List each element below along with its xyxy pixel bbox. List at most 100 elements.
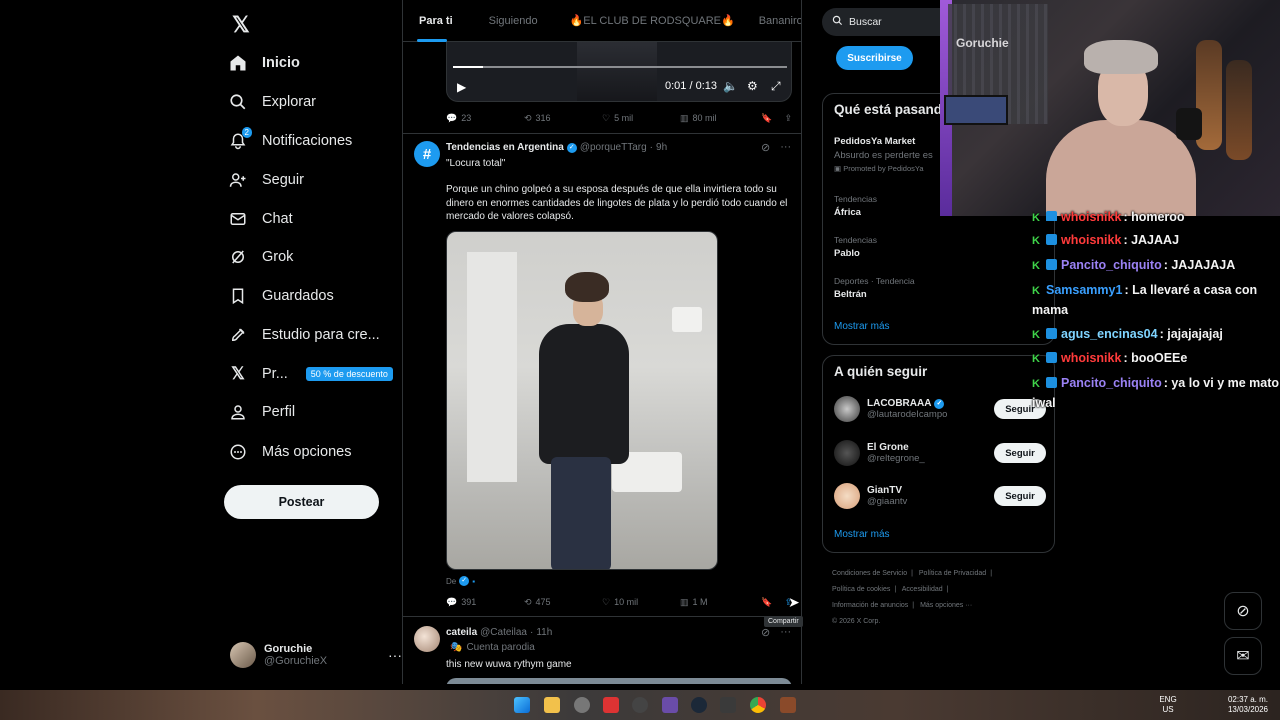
volume-icon[interactable]: 🔈 — [723, 79, 738, 93]
follow-button[interactable]: Seguir — [994, 486, 1046, 506]
file-explorer-icon[interactable] — [544, 697, 560, 713]
nav-label: Más opciones — [262, 444, 352, 460]
tab-bananirou[interactable]: Bananirou — [751, 0, 801, 42]
nav-item-notifications[interactable]: 2 Notificaciones — [228, 124, 352, 158]
repost-count: 316 — [535, 113, 551, 123]
media-credit[interactable]: De ✓ ▪ — [446, 576, 475, 586]
app-icon[interactable] — [780, 697, 796, 713]
steam-icon[interactable] — [691, 697, 707, 713]
grok-float-button[interactable]: ⊘ — [1224, 592, 1262, 630]
avatar[interactable] — [414, 626, 440, 652]
mask-icon: 🎭 — [450, 642, 463, 653]
messages-float-button[interactable]: ✉ — [1224, 637, 1262, 675]
more-icon[interactable]: ··· — [780, 141, 791, 154]
flag-icon: ▪ — [472, 576, 476, 586]
nav-label: Perfil — [262, 404, 296, 420]
trend-account-avatar[interactable]: # — [414, 141, 440, 167]
footer-link[interactable]: Más opciones ··· — [920, 602, 972, 609]
video-player[interactable]: ▶ 0:01 / 0:13 🔈 ⚙ ⤢ — [446, 42, 792, 102]
fullscreen-icon[interactable]: ⤢ — [771, 79, 781, 94]
app-icon[interactable] — [662, 697, 678, 713]
account-switcher[interactable]: Goruchie @GoruchieX ··· — [230, 638, 402, 672]
nav-item-creator-studio[interactable]: Estudio para cre... — [228, 318, 380, 352]
footer-link[interactable]: Accesibilidad — [902, 586, 943, 593]
author-handle[interactable]: @porqueTTarg — [580, 142, 647, 153]
nav-item-grok[interactable]: Grok — [228, 240, 293, 274]
chat-message: K Pancito_chiquito: JAJAJAJA — [1032, 258, 1236, 272]
post-button[interactable]: Postear — [224, 485, 379, 519]
system-clock[interactable]: 02:37 a. m. 13/03/2026 — [1222, 695, 1274, 715]
post-media[interactable] — [446, 678, 792, 684]
footer-link[interactable]: Condiciones de Servicio — [832, 570, 907, 577]
nav-item-explore[interactable]: Explorar — [228, 85, 316, 119]
windows-start-icon[interactable] — [514, 697, 530, 713]
nav-item-chat[interactable]: Chat — [228, 202, 293, 236]
repost-button[interactable]: ⟲ 316 — [524, 113, 602, 124]
play-icon[interactable]: ▶ — [457, 80, 466, 94]
post-time[interactable]: 11h — [536, 627, 552, 638]
chat-message: Kwhoisnikk: booOEEe — [1032, 351, 1188, 365]
gear-icon[interactable]: ⚙ — [747, 79, 758, 93]
follow-suggestion[interactable]: El Grone @reltegrone_ Seguir — [834, 438, 1046, 468]
share-icon[interactable]: ⇪ — [784, 113, 792, 124]
nav-item-follow[interactable]: Seguir — [228, 163, 304, 197]
chat-message: Kwhoisnikk: JAJAAJ — [1032, 233, 1180, 247]
follow-button[interactable]: Seguir — [994, 443, 1046, 463]
nav-item-more[interactable]: Más opciones — [228, 435, 351, 469]
more-icon[interactable]: ··· — [388, 647, 402, 663]
nav-item-profile[interactable]: Perfil — [228, 395, 295, 429]
author-name[interactable]: Tendencias en Argentina — [446, 142, 564, 153]
post-action-bar: 💬 391 ⟲ 475 ♡ 10 mil ▥ 1 M 🔖 ⇪ — [446, 594, 792, 610]
trend-item[interactable]: Deportes · Tendencia Beltrán — [834, 276, 1044, 300]
chrome-icon[interactable] — [750, 697, 766, 713]
like-button[interactable]: ♡ 10 mil — [602, 597, 680, 608]
webcam-microphone — [1176, 108, 1202, 140]
post-time[interactable]: 9h — [656, 142, 667, 153]
credit-label: De — [446, 576, 457, 586]
reply-button[interactable]: 💬 391 — [446, 597, 524, 608]
tab-for-you[interactable]: Para ti — [403, 0, 461, 42]
x-logo-icon: 𝕏 — [231, 364, 245, 383]
footer-link[interactable]: Política de Privacidad — [919, 570, 986, 577]
author-handle[interactable]: @Cateilaa — [480, 627, 527, 638]
grok-icon[interactable]: ⊘ — [761, 626, 770, 639]
parody-label: 🎭 Cuenta parodia — [450, 642, 535, 653]
footer-link[interactable]: Política de cookies — [832, 586, 890, 593]
reply-button[interactable]: 💬 23 — [446, 113, 524, 124]
show-more-follow-link[interactable]: Mostrar más — [834, 529, 890, 540]
bookmark-icon[interactable]: 🔖 — [761, 113, 772, 124]
bookmark-icon[interactable]: 🔖 — [761, 597, 772, 608]
repost-button[interactable]: ⟲ 475 — [524, 597, 602, 608]
video-progress-bar[interactable] — [453, 66, 787, 68]
tab-club-rodsquare[interactable]: 🔥EL CLUB DE RODSQUARE🔥 — [562, 0, 743, 42]
more-icon[interactable]: ··· — [780, 626, 791, 639]
nav-item-premium[interactable]: 𝕏 Pr... 50 % de descuento — [228, 357, 393, 391]
app-icon[interactable] — [632, 697, 648, 713]
grok-icon[interactable]: ⊘ — [761, 141, 770, 154]
show-more-trends-link[interactable]: Mostrar más — [834, 321, 890, 332]
app-icon[interactable] — [720, 697, 736, 713]
subscribe-button[interactable]: Suscribirse — [836, 46, 913, 70]
nav-item-bookmarks[interactable]: Guardados — [228, 279, 334, 313]
follow-suggestion[interactable]: GianTV @giaantv Seguir — [834, 481, 1046, 511]
language-indicator[interactable]: ENG US — [1156, 695, 1180, 715]
author-name[interactable]: cateila — [446, 627, 477, 638]
like-button[interactable]: ♡ 5 mil — [602, 113, 680, 124]
obs-icon[interactable] — [574, 697, 590, 713]
views-button[interactable]: ▥ 1 M — [680, 597, 708, 608]
chart-icon: ▥ — [680, 112, 689, 123]
tab-following[interactable]: Siguiendo — [481, 0, 546, 42]
post-video-thumbnail[interactable] — [446, 231, 718, 570]
views-button[interactable]: ▥ 80 mil — [680, 113, 717, 124]
chat-text: booOEEe — [1131, 351, 1188, 365]
badge-icon — [1046, 328, 1057, 339]
feed-tabs: Para ti Siguiendo 🔥EL CLUB DE RODSQUARE🔥… — [403, 0, 801, 42]
image-person-body — [539, 324, 629, 464]
nav-item-home[interactable]: Inicio — [228, 46, 300, 80]
trend-item[interactable]: Tendencias Pablo — [834, 235, 1044, 259]
x-logo-icon[interactable]: 𝕏 — [232, 12, 250, 38]
app-icon[interactable] — [603, 697, 619, 713]
footer-link[interactable]: Información de anuncios — [832, 602, 908, 609]
follow-suggestion[interactable]: LACOBRAAA ✓ @lautarodeIcampo Seguir — [834, 394, 1046, 424]
trend-title: Pablo — [834, 248, 860, 259]
